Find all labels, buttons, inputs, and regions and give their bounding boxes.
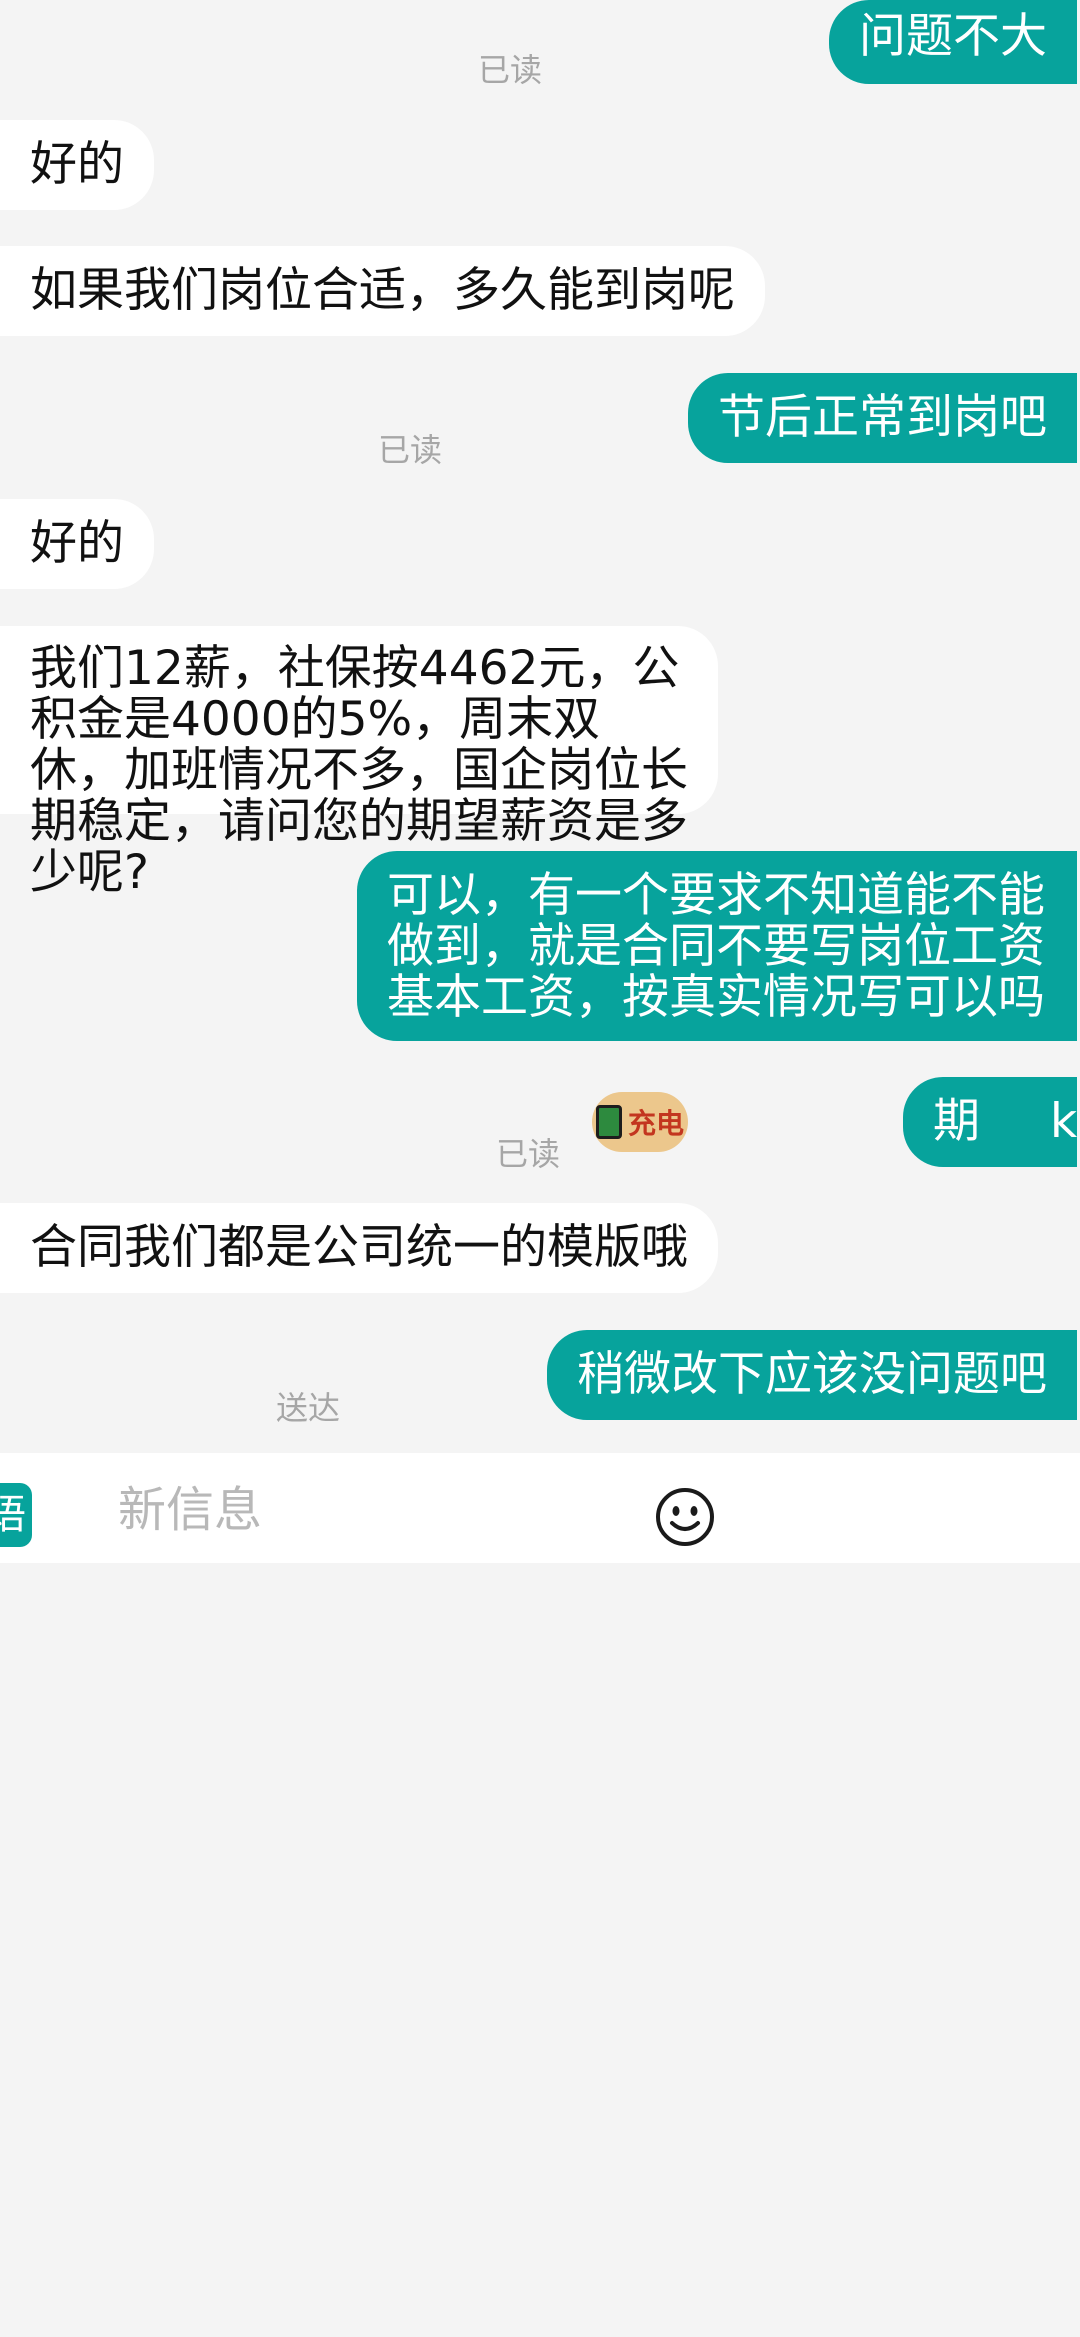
message-text-end: k	[1050, 1094, 1078, 1149]
delivered-receipt: 送达	[276, 1389, 341, 1427]
message-text: 可以，有一个要求不知道能不能做到，就是合同不要写岗位工资基本工资，按真实情况写可…	[387, 868, 1045, 1025]
message-text-start: 期	[933, 1094, 980, 1149]
message-incoming[interactable]: 我们12薪，社保按4462元，公积金是4000的5%，周末双休，加班情况不多，国…	[0, 626, 718, 898]
message-input[interactable]: 新信息	[118, 1478, 948, 1542]
message-text: 如果我们岗位合适，多久能到岗呢	[30, 263, 735, 318]
phone-icon	[595, 1105, 622, 1139]
message-incoming[interactable]: 合同我们都是公司统一的模版哦	[0, 1203, 718, 1293]
message-outgoing[interactable]: 节后正常到岗吧	[688, 373, 1077, 463]
message-outgoing[interactable]: 期k	[903, 1077, 1077, 1167]
read-receipt: 已读	[378, 431, 443, 469]
smiley-face-icon[interactable]	[655, 1487, 715, 1547]
message-text: 问题不大	[859, 9, 1047, 64]
language-button[interactable]: 语	[0, 1483, 32, 1547]
message-text: 节后正常到岗吧	[718, 390, 1047, 445]
message-text: 稍微改下应该没问题吧	[577, 1347, 1047, 1402]
message-incoming[interactable]: 如果我们岗位合适，多久能到岗呢	[0, 246, 765, 336]
message-composer: 语 新信息	[0, 1453, 1080, 1563]
message-text: 好的	[30, 137, 124, 192]
message-text: 合同我们都是公司统一的模版哦	[30, 1220, 688, 1275]
chat-thread[interactable]: 问题不大 已读 好的 如果我们岗位合适，多久能到岗呢 节后正常到岗吧 已读 好的…	[0, 0, 1080, 2170]
message-incoming[interactable]: 好的	[0, 499, 154, 589]
charging-sticker: 充电	[592, 1092, 688, 1152]
read-receipt: 已读	[478, 51, 543, 89]
message-outgoing[interactable]: 可以，有一个要求不知道能不能做到，就是合同不要写岗位工资基本工资，按真实情况写可…	[357, 851, 1077, 1041]
message-text: 好的	[30, 516, 124, 571]
read-receipt: 已读	[496, 1135, 561, 1173]
message-incoming[interactable]: 好的	[0, 120, 154, 210]
message-outgoing[interactable]: 问题不大	[829, 0, 1077, 84]
message-outgoing[interactable]: 稍微改下应该没问题吧	[547, 1330, 1077, 1420]
